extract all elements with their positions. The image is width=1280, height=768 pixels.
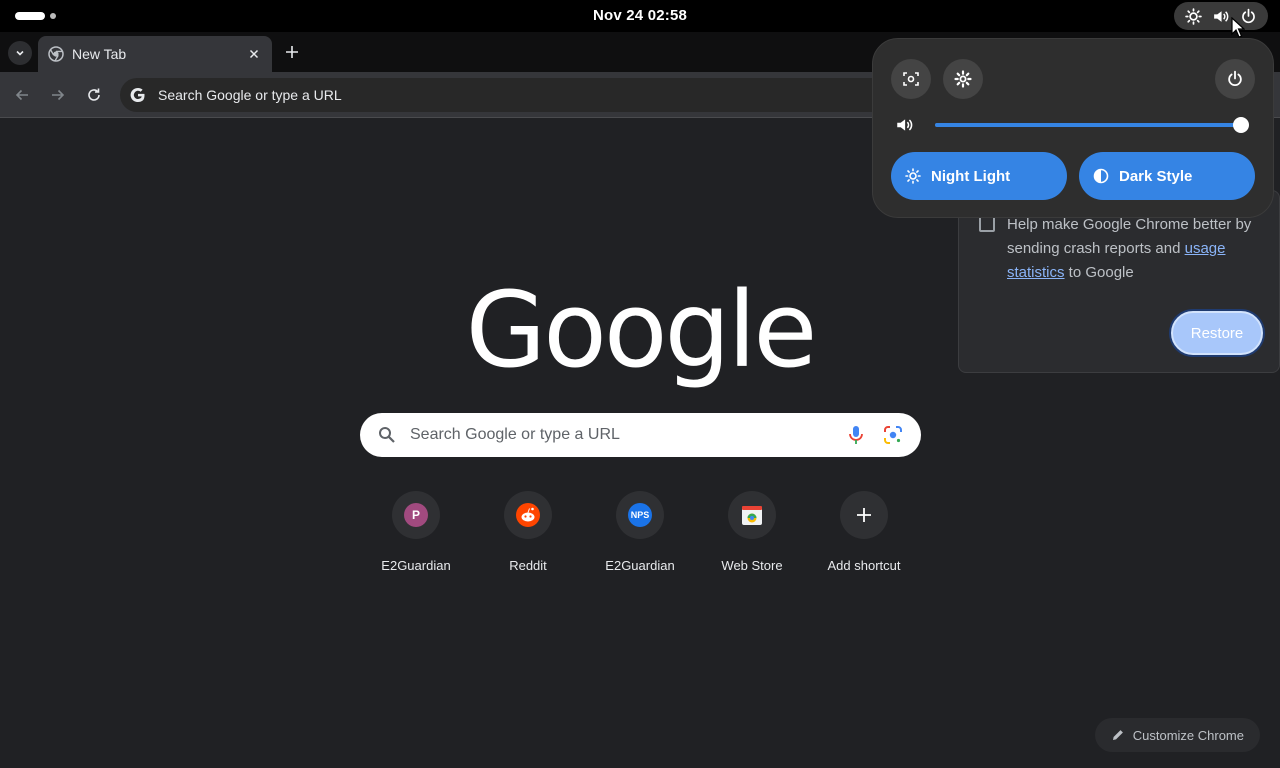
chrome-icon bbox=[48, 46, 64, 62]
microphone-icon[interactable] bbox=[847, 425, 865, 445]
web-store-icon bbox=[742, 506, 762, 525]
shortcut-label: E2Guardian bbox=[605, 558, 675, 573]
favicon-p-icon: P bbox=[404, 503, 428, 527]
arrow-left-icon bbox=[15, 89, 28, 101]
reload-button[interactable] bbox=[82, 83, 106, 107]
dark-style-toggle[interactable]: Dark Style bbox=[1079, 152, 1255, 200]
pencil-icon bbox=[1112, 730, 1123, 740]
shortcut-tile[interactable]: P E2Guardian bbox=[360, 491, 472, 573]
system-tray[interactable] bbox=[1174, 2, 1268, 30]
settings-button[interactable] bbox=[943, 59, 983, 99]
shortcut-label: Reddit bbox=[509, 558, 547, 573]
omnibox-placeholder: Search Google or type a URL bbox=[158, 87, 342, 103]
clock[interactable]: Nov 24 02:58 bbox=[0, 7, 1280, 24]
power-icon bbox=[1228, 70, 1242, 86]
gear-icon bbox=[954, 70, 972, 88]
ntp-search-box[interactable]: Search Google or type a URL bbox=[360, 413, 921, 457]
crash-reports-text-part: to Google bbox=[1064, 264, 1134, 281]
back-button[interactable] bbox=[10, 83, 34, 107]
dark-style-icon bbox=[1093, 168, 1109, 184]
favicon-nps-icon: NPS bbox=[628, 503, 652, 527]
tab-new-tab[interactable]: New Tab bbox=[38, 36, 272, 72]
crash-reports-checkbox[interactable] bbox=[979, 216, 995, 232]
shortcut-icon-bg: P bbox=[392, 491, 440, 539]
quick-settings-panel: Night Light Dark Style bbox=[872, 38, 1274, 218]
volume-row bbox=[895, 115, 1255, 135]
chevron-down-icon bbox=[16, 50, 24, 56]
forward-button[interactable] bbox=[46, 83, 70, 107]
night-light-icon bbox=[905, 168, 921, 184]
tab-close-button[interactable] bbox=[246, 46, 262, 62]
shortcut-label: Add shortcut bbox=[827, 558, 901, 573]
mouse-cursor-icon bbox=[1231, 17, 1245, 38]
shortcuts-grid: P E2Guardian Reddit NPS E2Guardian Web S… bbox=[360, 491, 920, 573]
new-tab-button[interactable] bbox=[280, 40, 304, 64]
plus-icon bbox=[857, 508, 871, 522]
brightness-icon bbox=[1185, 7, 1202, 25]
restore-button[interactable]: Restore bbox=[1171, 311, 1263, 355]
volume-icon bbox=[1214, 10, 1229, 22]
customize-chrome-button[interactable]: Customize Chrome bbox=[1094, 718, 1260, 752]
customize-chrome-label: Customize Chrome bbox=[1132, 727, 1244, 743]
tab-search-button[interactable] bbox=[8, 41, 32, 65]
night-light-toggle[interactable]: Night Light bbox=[891, 152, 1067, 200]
shortcut-tile[interactable]: NPS E2Guardian bbox=[584, 491, 696, 573]
google-g-icon bbox=[130, 88, 145, 102]
night-light-label: Night Light bbox=[931, 167, 1011, 185]
tab-title: New Tab bbox=[72, 46, 127, 62]
dark-style-label: Dark Style bbox=[1119, 167, 1193, 185]
shortcut-icon-bg bbox=[728, 491, 776, 539]
power-menu-button[interactable] bbox=[1215, 59, 1255, 99]
volume-slider-handle[interactable] bbox=[1233, 117, 1249, 133]
arrow-right-icon bbox=[52, 89, 65, 101]
volume-slider-fill bbox=[935, 123, 1241, 127]
shortcut-label: Web Store bbox=[721, 558, 783, 573]
crash-reports-text: Help make Google Chrome better by sendin… bbox=[1007, 213, 1267, 285]
shortcut-icon-bg: NPS bbox=[616, 491, 664, 539]
google-lens-icon[interactable] bbox=[883, 425, 903, 445]
close-icon bbox=[249, 49, 259, 59]
top-bar: Nov 24 02:58 bbox=[0, 0, 1280, 32]
shortcut-tile[interactable]: Web Store bbox=[696, 491, 808, 573]
shortcut-label: E2Guardian bbox=[381, 558, 451, 573]
reddit-icon bbox=[516, 503, 540, 527]
screenshot-button[interactable] bbox=[891, 59, 931, 99]
reload-icon bbox=[88, 88, 100, 101]
volume-slider[interactable] bbox=[935, 117, 1249, 133]
plus-icon bbox=[286, 46, 298, 58]
add-shortcut-tile[interactable]: Add shortcut bbox=[808, 491, 920, 573]
volume-icon[interactable] bbox=[895, 116, 913, 134]
screenshot-icon bbox=[903, 72, 919, 86]
search-icon bbox=[379, 427, 395, 443]
shortcut-tile[interactable]: Reddit bbox=[472, 491, 584, 573]
ntp-search-placeholder: Search Google or type a URL bbox=[410, 426, 620, 443]
shortcut-icon-bg bbox=[504, 491, 552, 539]
shortcut-icon-bg bbox=[840, 491, 888, 539]
